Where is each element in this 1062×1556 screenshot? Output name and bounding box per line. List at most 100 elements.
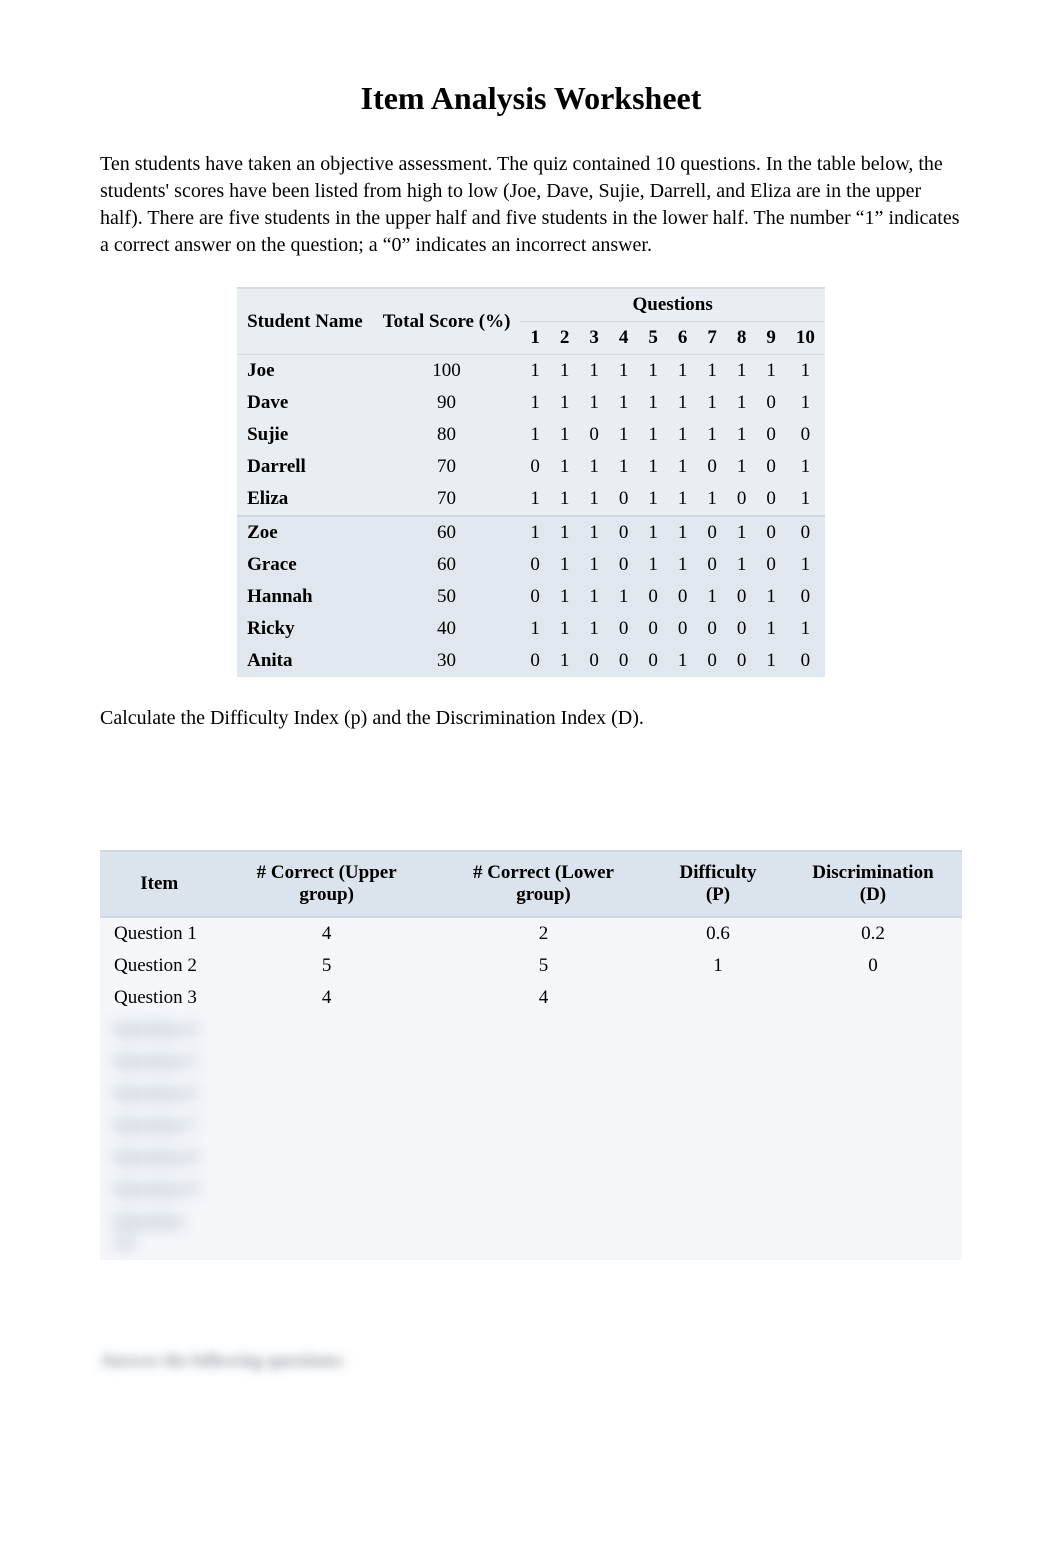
analysis-cell-item: Question 9 <box>100 1174 219 1206</box>
answer-cell: 0 <box>579 645 609 677</box>
answer-cell: 1 <box>520 419 550 451</box>
analysis-cell-upper <box>219 1046 435 1078</box>
student-name-cell: Ricky <box>237 613 373 645</box>
answer-cell: 1 <box>520 613 550 645</box>
answer-cell: 1 <box>550 387 580 419</box>
analysis-cell-p <box>652 1078 784 1110</box>
score-cell: 100 <box>373 355 521 387</box>
answer-cell: 1 <box>550 549 580 581</box>
answer-cell: 1 <box>727 517 757 549</box>
score-cell: 90 <box>373 387 521 419</box>
answer-cell: 0 <box>668 613 698 645</box>
analysis-cell-upper <box>219 1078 435 1110</box>
analysis-row: Question 6 <box>100 1078 962 1110</box>
answer-cell: 1 <box>697 581 727 613</box>
answer-cell: 1 <box>786 387 825 419</box>
answer-cell: 1 <box>638 483 668 517</box>
analysis-cell-item: Question 7 <box>100 1110 219 1142</box>
analysis-row: Question 25510 <box>100 950 962 982</box>
answer-cell: 0 <box>756 451 786 483</box>
analysis-cell-upper <box>219 1142 435 1174</box>
answer-cell: 0 <box>786 419 825 451</box>
answer-cell: 1 <box>638 451 668 483</box>
answer-cell: 1 <box>756 355 786 387</box>
answer-cell: 1 <box>550 355 580 387</box>
analysis-cell-upper <box>219 1206 435 1260</box>
analysis-cell-p <box>652 1206 784 1260</box>
answer-cell: 0 <box>786 645 825 677</box>
answer-cell: 1 <box>727 355 757 387</box>
col-q2: 2 <box>550 322 580 355</box>
answer-cell: 0 <box>697 451 727 483</box>
answer-cell: 1 <box>550 419 580 451</box>
subheading: Calculate the Difficulty Index (p) and t… <box>100 707 962 730</box>
answer-cell: 0 <box>638 645 668 677</box>
answer-cell: 1 <box>579 517 609 549</box>
student-name-cell: Dave <box>237 387 373 419</box>
analysis-cell-item: Question 2 <box>100 950 219 982</box>
table-row: Hannah500111001010 <box>237 581 825 613</box>
answer-cell: 1 <box>550 483 580 517</box>
analysis-cell-p <box>652 1014 784 1046</box>
answer-cell: 0 <box>786 581 825 613</box>
table-row: Grace600110110101 <box>237 549 825 581</box>
analysis-cell-lower <box>435 1110 652 1142</box>
answer-cell: 1 <box>786 451 825 483</box>
analysis-row: Question 5 <box>100 1046 962 1078</box>
answer-cell: 0 <box>756 483 786 517</box>
analysis-row: Question 344 <box>100 982 962 1014</box>
col-q4: 4 <box>609 322 639 355</box>
analysis-cell-item: Question 1 <box>100 918 219 950</box>
intro-paragraph: Ten students have taken an objective ass… <box>100 151 962 259</box>
answer-cell: 1 <box>756 645 786 677</box>
answer-cell: 0 <box>520 451 550 483</box>
col-q1: 1 <box>520 322 550 355</box>
answer-cell: 0 <box>697 517 727 549</box>
analysis-cell-d <box>784 1078 962 1110</box>
answer-cell: 1 <box>727 549 757 581</box>
analysis-cell-d: 0.2 <box>784 918 962 950</box>
answer-cell: 1 <box>579 549 609 581</box>
score-cell: 80 <box>373 419 521 451</box>
student-name-cell: Eliza <box>237 483 373 517</box>
answer-cell: 1 <box>550 451 580 483</box>
analysis-cell-lower <box>435 1046 652 1078</box>
analysis-cell-item: Question 6 <box>100 1078 219 1110</box>
answer-cell: 0 <box>756 387 786 419</box>
analysis-cell-d <box>784 1046 962 1078</box>
answer-cell: 1 <box>786 613 825 645</box>
answer-cell: 1 <box>638 549 668 581</box>
answer-cell: 1 <box>520 483 550 517</box>
analysis-cell-lower <box>435 1206 652 1260</box>
answer-cell: 1 <box>520 387 550 419</box>
analysis-cell-p <box>652 982 784 1014</box>
analysis-cell-lower <box>435 1014 652 1046</box>
answer-cell: 1 <box>668 645 698 677</box>
score-cell: 70 <box>373 483 521 517</box>
analysis-table-body: Question 1420.60.2Question 25510Question… <box>100 918 962 1260</box>
analysis-cell-upper: 4 <box>219 918 435 950</box>
answer-cell: 1 <box>786 355 825 387</box>
answer-cell: 0 <box>756 549 786 581</box>
col-q7: 7 <box>697 322 727 355</box>
analysis-cell-item: Question 8 <box>100 1142 219 1174</box>
col-difficulty: Difficulty (P) <box>652 850 784 918</box>
blurred-footer-text: Answer the following questions: <box>100 1350 962 1371</box>
answer-cell: 1 <box>756 613 786 645</box>
answer-cell: 1 <box>697 355 727 387</box>
answer-cell: 0 <box>727 581 757 613</box>
answer-cell: 1 <box>638 517 668 549</box>
table-row: Anita300100010010 <box>237 645 825 677</box>
analysis-cell-upper <box>219 1014 435 1046</box>
col-item: Item <box>100 850 219 918</box>
analysis-cell-d <box>784 1142 962 1174</box>
answer-cell: 1 <box>668 451 698 483</box>
answer-cell: 0 <box>579 419 609 451</box>
analysis-cell-upper: 4 <box>219 982 435 1014</box>
answer-cell: 0 <box>786 517 825 549</box>
analysis-cell-upper: 5 <box>219 950 435 982</box>
analysis-cell-upper <box>219 1174 435 1206</box>
answer-cell: 1 <box>550 613 580 645</box>
table-row: Dave901111111101 <box>237 387 825 419</box>
col-correct-upper: # Correct (Upper group) <box>219 850 435 918</box>
